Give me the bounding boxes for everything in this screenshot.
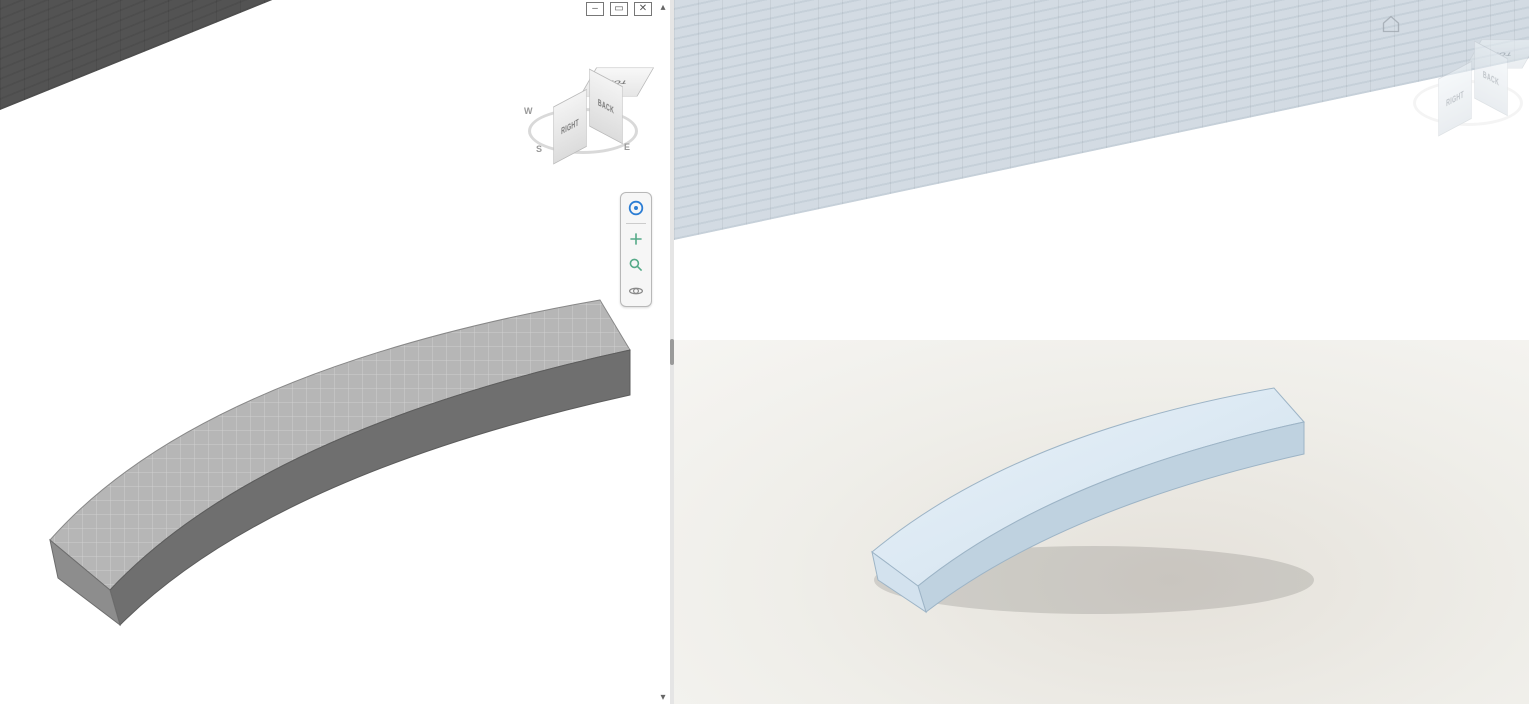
left-viewport[interactable]: – ▭ ✕ N S E W TOP RIGHT BACK [0,0,670,704]
brick-wall [0,0,320,110]
right-3d-scene[interactable] [674,0,1529,704]
viewcube-cube[interactable]: TOP RIGHT BACK [1433,42,1495,104]
compass-south: S [536,144,542,154]
scroll-up-arrow-icon[interactable]: ▴ [656,0,670,14]
right-viewport[interactable]: TOP RIGHT BACK [674,0,1529,704]
viewcube-right-label: RIGHT [561,117,579,136]
navbar-separator [626,223,646,224]
curved-slab [854,380,1314,620]
viewcube-front-label: BACK [598,97,614,116]
compass-west: W [524,106,533,116]
scroll-down-arrow-icon[interactable]: ▾ [656,690,670,704]
restore-button[interactable]: ▭ [610,2,628,16]
pan-button[interactable] [625,228,647,250]
compass-east: E [624,142,630,152]
minimize-button[interactable]: – [586,2,604,16]
scrollbar-track[interactable] [656,14,670,690]
orbit-button[interactable] [625,280,647,302]
close-button[interactable]: ✕ [634,2,652,16]
navigation-bar [620,192,652,307]
viewcube-cube[interactable]: TOP RIGHT BACK [548,70,610,132]
zoom-button[interactable] [625,254,647,276]
home-view-button[interactable] [1381,14,1401,37]
curved-slab [40,290,640,630]
steering-wheel-button[interactable] [625,197,647,219]
left-vertical-scrollbar[interactable]: ▴ ▾ [656,0,670,704]
viewcube[interactable]: TOP RIGHT BACK [1405,20,1525,140]
window-controls: – ▭ ✕ [586,2,652,16]
viewcube-right-label: RIGHT [1446,89,1464,108]
app-root: – ▭ ✕ N S E W TOP RIGHT BACK [0,0,1529,704]
viewcube-front-label: BACK [1483,69,1499,88]
viewcube[interactable]: N S E W TOP RIGHT BACK [520,48,640,168]
